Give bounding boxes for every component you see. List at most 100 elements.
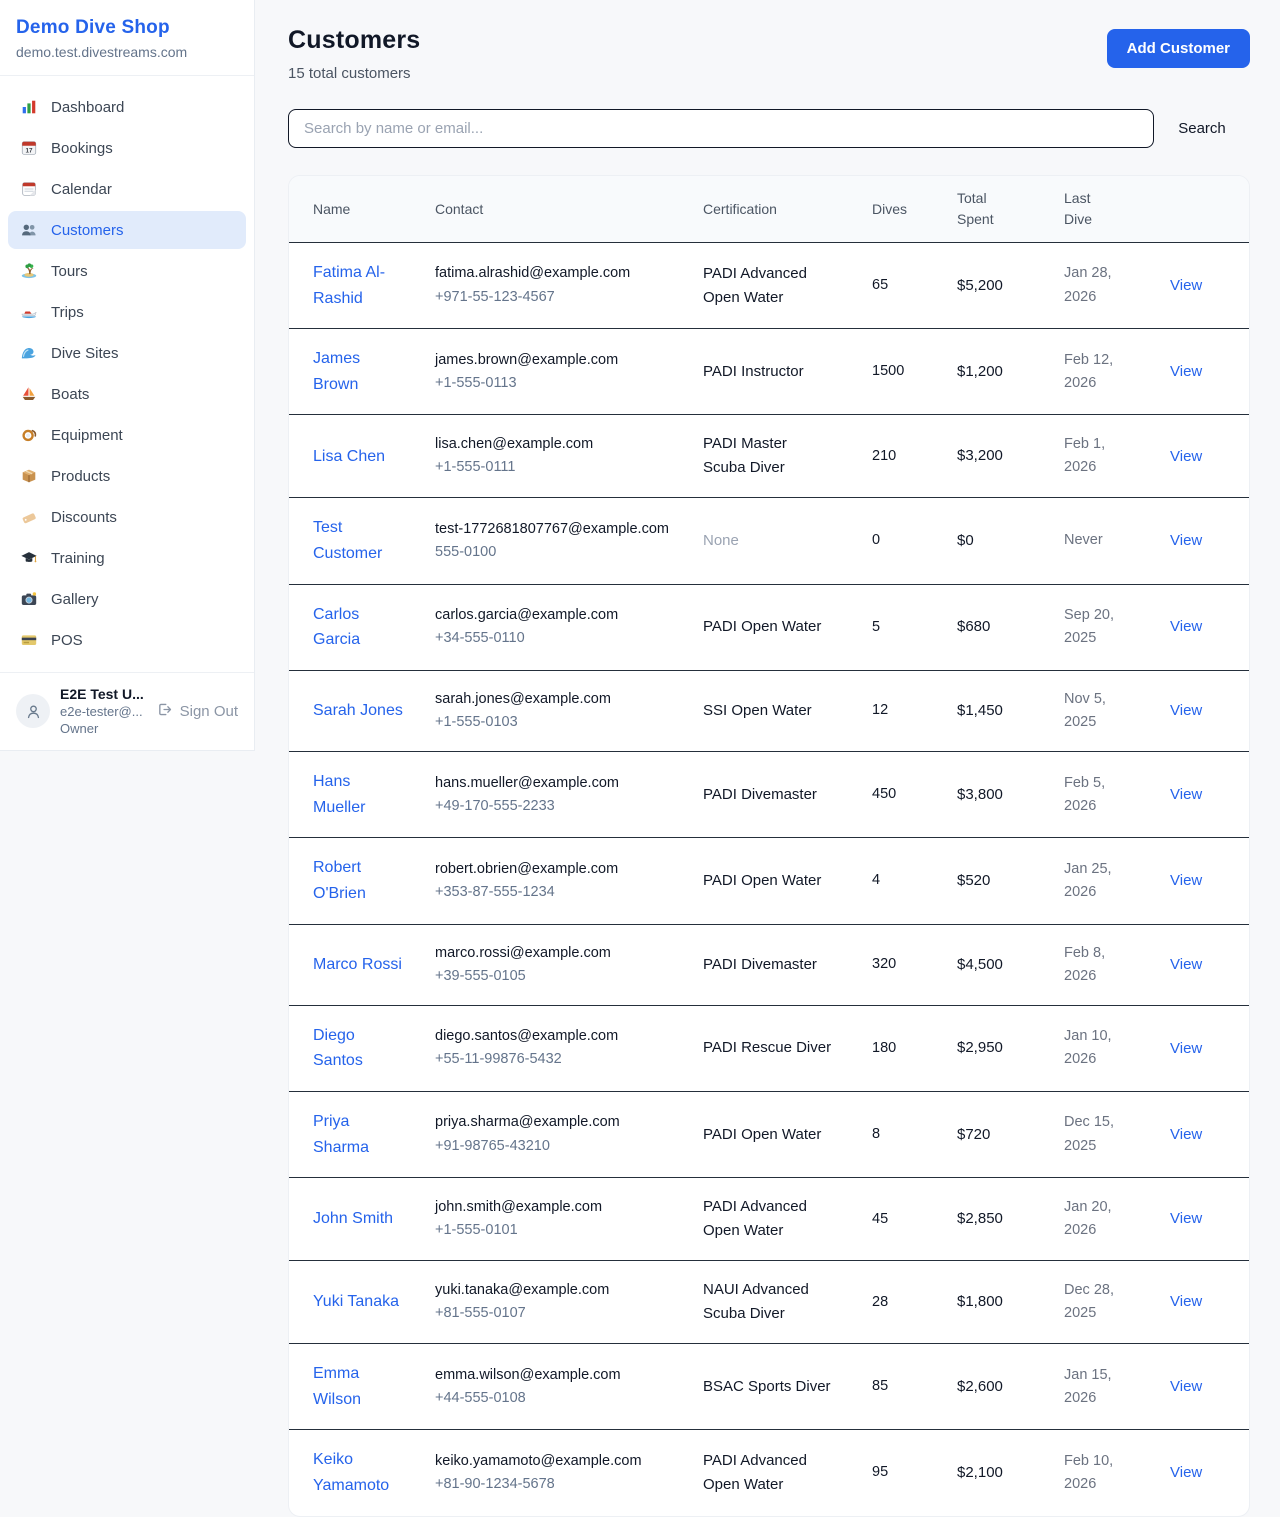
user-email: e2e-tester@...: [60, 704, 144, 719]
signout-icon: [156, 701, 173, 722]
search-input[interactable]: [288, 109, 1154, 148]
page-header: Customers 15 total customers Add Custome…: [288, 26, 1250, 82]
view-customer-link[interactable]: View: [1170, 277, 1202, 294]
table-row: Emma Wilson emma.wilson@example.com +44-…: [289, 1344, 1250, 1430]
view-customer-link[interactable]: View: [1170, 1210, 1202, 1227]
customer-phone: +55-11-99876-5432: [435, 1048, 675, 1071]
sidebar-item-pos[interactable]: POS: [8, 621, 246, 659]
sidebar-item-dashboard[interactable]: Dashboard: [8, 88, 246, 126]
search-button[interactable]: Search: [1154, 120, 1250, 137]
user-avatar-icon: [24, 702, 42, 720]
customer-name-link[interactable]: Marco Rossi: [313, 952, 402, 978]
sidebar-item-label: Boats: [51, 386, 89, 403]
sidebar-item-training[interactable]: Training: [8, 539, 246, 577]
customer-phone: +1-555-0103: [435, 711, 675, 734]
column-header-contact: Contact: [435, 176, 703, 243]
view-customer-link[interactable]: View: [1170, 448, 1202, 465]
customer-certification: NAUI Advanced Scuba Diver: [703, 1261, 872, 1344]
customer-name-link[interactable]: James Brown: [313, 346, 405, 397]
shop-title: Demo Dive Shop: [16, 17, 238, 39]
sidebar-item-label: Discounts: [51, 509, 117, 526]
view-customer-link[interactable]: View: [1170, 786, 1202, 803]
sidebar-item-customers[interactable]: Customers: [8, 211, 246, 249]
customer-name-link[interactable]: Lisa Chen: [313, 444, 385, 470]
customer-total-spent: $4,500: [957, 924, 1064, 1005]
customer-last-dive: Dec 28, 2025: [1064, 1261, 1170, 1344]
sidebar-item-trips[interactable]: Trips: [8, 293, 246, 331]
customer-email: yuki.tanaka@example.com: [435, 1279, 675, 1302]
customer-name-link[interactable]: Emma Wilson: [313, 1361, 405, 1412]
customer-name-link[interactable]: Robert O'Brien: [313, 855, 405, 906]
gallery-icon: [20, 590, 38, 608]
table-row: Lisa Chen lisa.chen@example.com +1-555-0…: [289, 415, 1250, 498]
customer-total-spent: $680: [957, 584, 1064, 670]
view-customer-link[interactable]: View: [1170, 702, 1202, 719]
customer-phone: +44-555-0108: [435, 1387, 675, 1410]
customer-last-dive: Dec 15, 2025: [1064, 1092, 1170, 1178]
sidebar-item-products[interactable]: Products: [8, 457, 246, 495]
customer-phone: +1-555-0111: [435, 456, 675, 479]
customer-total-spent: $1,800: [957, 1261, 1064, 1344]
table-row: John Smith john.smith@example.com +1-555…: [289, 1178, 1250, 1261]
customer-dives: 12: [872, 670, 957, 751]
column-header-name: Name: [289, 176, 435, 243]
table-row: Priya Sharma priya.sharma@example.com +9…: [289, 1092, 1250, 1178]
customer-name-link[interactable]: John Smith: [313, 1206, 393, 1232]
table-row: Test Customer test-1772681807767@example…: [289, 498, 1250, 584]
view-customer-link[interactable]: View: [1170, 1293, 1202, 1310]
add-customer-button[interactable]: Add Customer: [1107, 29, 1250, 68]
customers-table-body: Fatima Al-Rashid fatima.alrashid@example…: [289, 243, 1250, 1516]
customer-name-link[interactable]: Fatima Al-Rashid: [313, 260, 405, 311]
customer-name-link[interactable]: Carlos Garcia: [313, 602, 405, 653]
customer-last-dive: Jan 10, 2026: [1064, 1005, 1170, 1091]
view-customer-link[interactable]: View: [1170, 363, 1202, 380]
customer-dives: 85: [872, 1344, 957, 1430]
avatar: [16, 694, 50, 728]
view-customer-link[interactable]: View: [1170, 1040, 1202, 1057]
view-customer-link[interactable]: View: [1170, 532, 1202, 549]
customer-name-link[interactable]: Keiko Yamamoto: [313, 1447, 405, 1498]
customer-name-link[interactable]: Test Customer: [313, 515, 405, 566]
customers-table: NameContactCertificationDivesTotal Spent…: [289, 176, 1250, 1516]
view-customer-link[interactable]: View: [1170, 1126, 1202, 1143]
sign-out-button[interactable]: Sign Out: [156, 701, 238, 722]
view-customer-link[interactable]: View: [1170, 872, 1202, 889]
customer-email: james.brown@example.com: [435, 349, 675, 372]
customer-name-link[interactable]: Sarah Jones: [313, 698, 403, 724]
customer-name-link[interactable]: Priya Sharma: [313, 1109, 405, 1160]
sidebar-item-gallery[interactable]: Gallery: [8, 580, 246, 618]
customer-email: robert.obrien@example.com: [435, 858, 675, 881]
view-customer-link[interactable]: View: [1170, 1464, 1202, 1481]
sidebar-item-calendar[interactable]: Calendar: [8, 170, 246, 208]
customer-email: marco.rossi@example.com: [435, 942, 675, 965]
sidebar-item-tours[interactable]: Tours: [8, 252, 246, 290]
sidebar: Demo Dive Shop demo.test.divestreams.com…: [0, 0, 255, 751]
customer-name-link[interactable]: Hans Mueller: [313, 769, 405, 820]
user-name: E2E Test U...: [60, 686, 144, 702]
view-customer-link[interactable]: View: [1170, 618, 1202, 635]
customer-email: hans.mueller@example.com: [435, 772, 675, 795]
customer-certification: PADI Advanced Open Water: [703, 1178, 872, 1261]
customer-name-link[interactable]: Yuki Tanaka: [313, 1289, 399, 1315]
sidebar-item-boats[interactable]: Boats: [8, 375, 246, 413]
sidebar-item-dive-sites[interactable]: Dive Sites: [8, 334, 246, 372]
customer-total-spent: $2,600: [957, 1344, 1064, 1430]
customer-total-spent: $720: [957, 1092, 1064, 1178]
customer-certification: PADI Advanced Open Water: [703, 243, 872, 329]
customer-last-dive: Jan 20, 2026: [1064, 1178, 1170, 1261]
customer-name-link[interactable]: Diego Santos: [313, 1023, 405, 1074]
sidebar-item-equipment[interactable]: Equipment: [8, 416, 246, 454]
view-customer-link[interactable]: View: [1170, 956, 1202, 973]
table-row: Marco Rossi marco.rossi@example.com +39-…: [289, 924, 1250, 1005]
customer-dives: 45: [872, 1178, 957, 1261]
customer-last-dive: Never: [1064, 498, 1170, 584]
customer-phone: +39-555-0105: [435, 965, 675, 988]
customer-phone: +1-555-0113: [435, 372, 675, 395]
sidebar-item-label: Training: [51, 550, 105, 567]
customer-last-dive: Feb 10, 2026: [1064, 1430, 1170, 1516]
sidebar-item-discounts[interactable]: Discounts: [8, 498, 246, 536]
shop-header: Demo Dive Shop demo.test.divestreams.com: [0, 0, 254, 76]
table-row: Keiko Yamamoto keiko.yamamoto@example.co…: [289, 1430, 1250, 1516]
view-customer-link[interactable]: View: [1170, 1378, 1202, 1395]
sidebar-item-bookings[interactable]: 17 Bookings: [8, 129, 246, 167]
